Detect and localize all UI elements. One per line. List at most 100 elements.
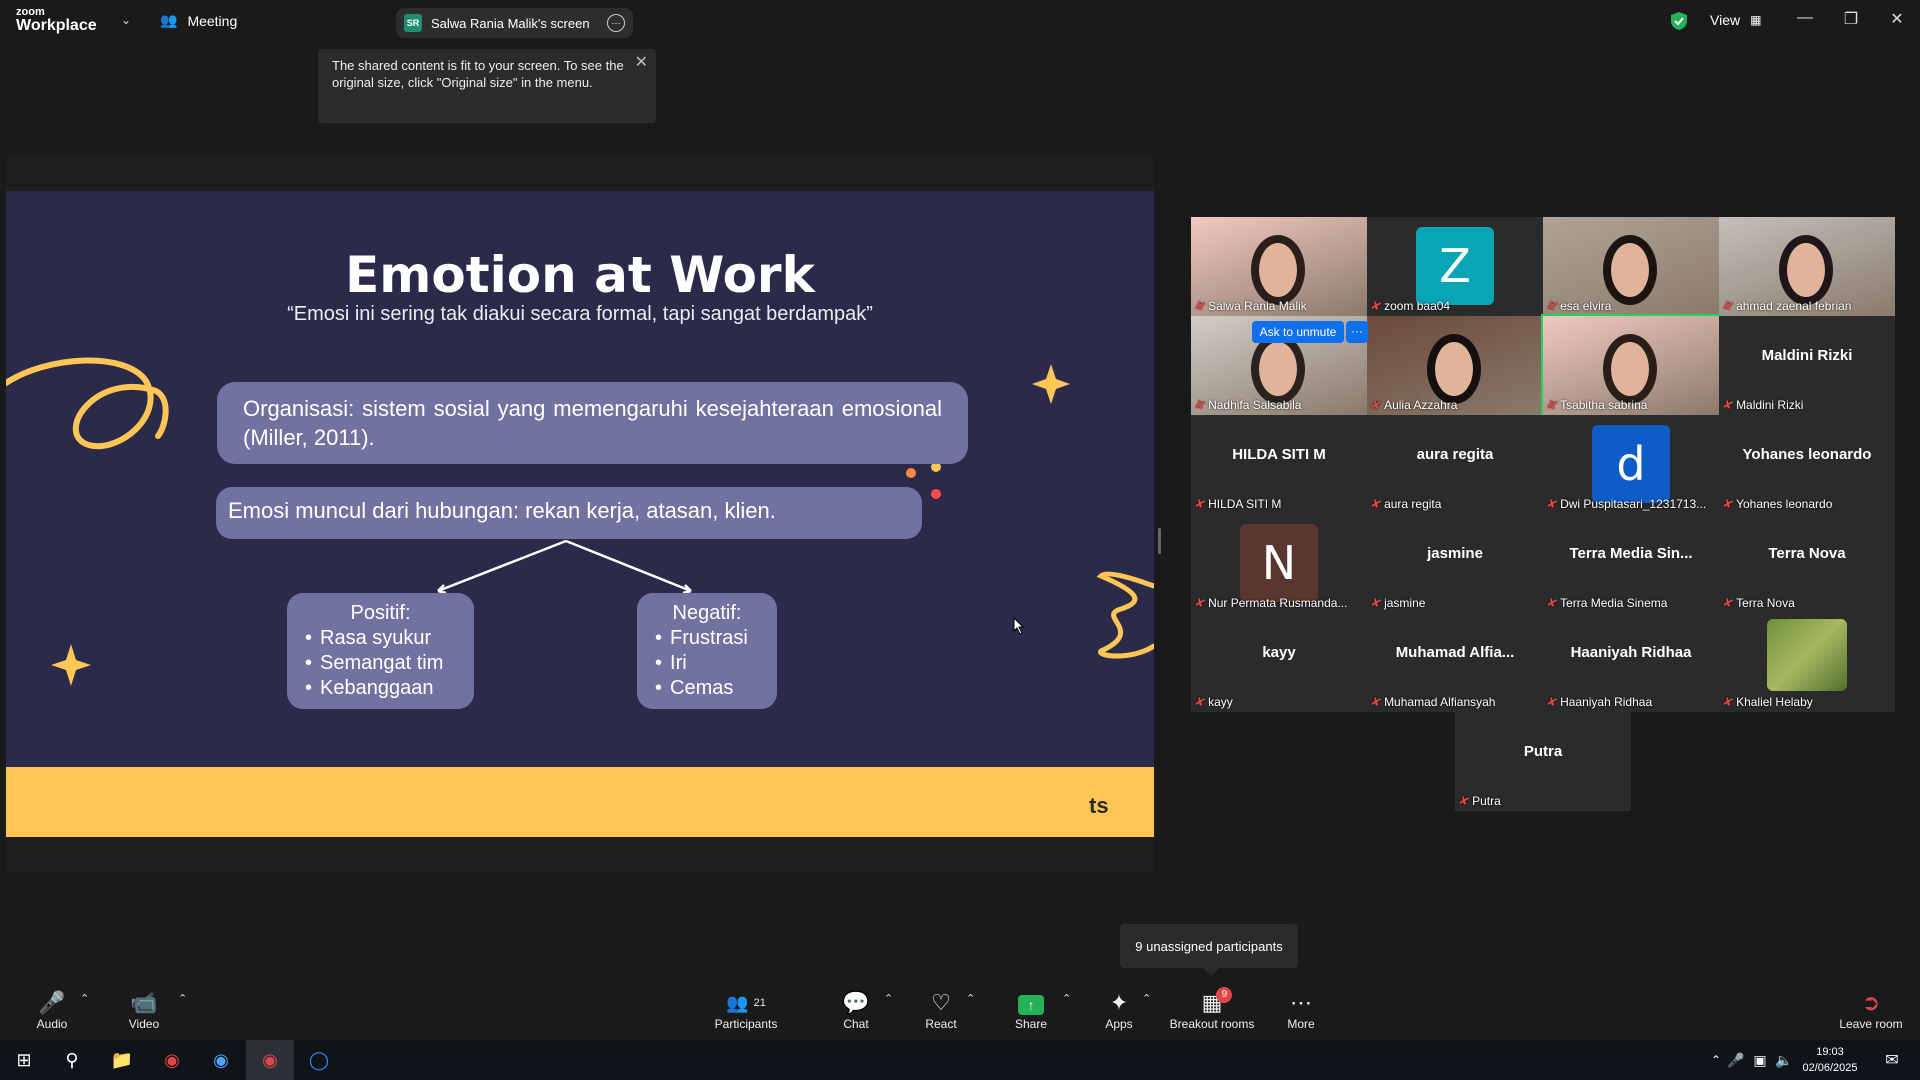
maximize-icon[interactable]: ❐ (1836, 9, 1866, 29)
notification-icon[interactable]: ✉ (1868, 1040, 1916, 1080)
file-explorer-icon[interactable]: 📁 (98, 1040, 146, 1080)
participant-display-name: kayy (1262, 644, 1296, 661)
tooltip-text: The shared content is fit to your screen… (332, 58, 624, 90)
participant-tile[interactable]: HILDA SITI M ✘ HILDA SITI M (1191, 415, 1367, 514)
emosi-box: Emosi muncul dari hubungan: rekan kerja,… (216, 487, 922, 539)
apps-button[interactable]: ✦ Apps (1098, 980, 1140, 1040)
list-item: Kebanggaan (305, 676, 474, 701)
participant-name-text: jasmine (1384, 596, 1426, 610)
video-button[interactable]: 📹 Video (122, 980, 166, 1040)
clock[interactable]: 19:03 02/06/2025 (1790, 1044, 1870, 1076)
participant-tile[interactable]: ✘ esa elvira (1543, 217, 1719, 316)
participant-tile[interactable]: ✘ Salwa Rania Malik (1191, 217, 1367, 316)
participant-tile[interactable]: Terra Nova ✘ Terra Nova (1719, 514, 1895, 613)
participant-name: ✘ kayy (1193, 694, 1233, 711)
clock-date: 02/06/2025 (1802, 1062, 1858, 1074)
participant-face (1603, 334, 1657, 404)
close-icon[interactable]: ✕ (635, 54, 648, 71)
participant-more-button[interactable]: ··· (1346, 321, 1368, 343)
windows-start-icon[interactable]: ⊞ (0, 1040, 48, 1080)
participant-name-text: kayy (1208, 695, 1233, 709)
participant-tile[interactable]: Terra Media Sin... ✘ Terra Media Sinema (1543, 514, 1719, 613)
chevron-up-icon[interactable]: ⌃ (178, 992, 187, 1005)
chevron-up-icon[interactable]: ⌃ (80, 992, 89, 1005)
mic-muted-icon: ✘ (1720, 297, 1736, 315)
chat-label: Chat (843, 1017, 869, 1031)
participant-tile[interactable]: Maldini Rizki ✘ Maldini Rizki (1719, 316, 1895, 415)
breakout-icon: ▦ 9 (1202, 987, 1233, 1017)
participant-tile[interactable]: jasmine ✘ jasmine (1367, 514, 1543, 613)
participant-tile[interactable]: Putra ✘ Putra (1455, 712, 1631, 811)
close-icon[interactable]: ✕ (1882, 9, 1912, 29)
list-item: Rasa syukur (305, 626, 474, 651)
participant-tile[interactable]: ✘ Aulia Azzahra (1367, 316, 1543, 415)
zoom-app-icon[interactable]: ◯ (295, 1040, 343, 1080)
mic-muted-icon: ✘ (1720, 594, 1736, 612)
participant-tile[interactable]: aura regita ✘ aura regita (1367, 415, 1543, 514)
clock-time: 19:03 (1816, 1046, 1844, 1058)
chat-button[interactable]: 💬 Chat (835, 980, 877, 1040)
more-icon[interactable]: ⋯ (607, 14, 625, 32)
participant-name-text: Maldini Rizki (1736, 398, 1804, 412)
participant-tile[interactable]: ✘ Tsabitha sabrina (1541, 314, 1721, 417)
participant-face (1427, 334, 1481, 404)
chrome-active-icon[interactable]: ◉ (246, 1040, 294, 1080)
participant-name-text: Haaniyah Ridhaa (1560, 695, 1653, 709)
participant-tile[interactable]: Yohanes leonardo ✘ Yohanes leonardo (1719, 415, 1895, 514)
chrome-icon[interactable]: ◉ (148, 1040, 196, 1080)
participant-name-text: Aulia Azzahra (1384, 398, 1458, 412)
zoom-workplace-logo: zoom Workplace (16, 6, 97, 34)
minimize-icon[interactable]: — (1790, 9, 1820, 27)
participant-tile[interactable]: Muhamad Alfia... ✘ Muhamad Alfiansyah (1367, 613, 1543, 712)
browser-icon[interactable]: ◉ (197, 1040, 245, 1080)
participants-button[interactable]: 👥 21 Participants (710, 980, 782, 1040)
react-label: React (925, 1017, 957, 1031)
participant-display-name: Yohanes leonardo (1742, 446, 1872, 463)
participant-tile[interactable]: Z ✘ zoom baa04 (1367, 217, 1543, 316)
mic-muted-icon: ✘ (1544, 693, 1560, 711)
chevron-up-icon[interactable]: ⌃ (966, 992, 975, 1005)
breakout-rooms-button[interactable]: ▦ 9 Breakout rooms (1166, 980, 1258, 1040)
negative-heading: Negatif: (672, 602, 742, 624)
share-button[interactable]: ↑ Share (1010, 980, 1052, 1040)
chevron-down-icon[interactable]: ⌄ (121, 13, 131, 27)
participant-name: ✘ HILDA SITI M (1193, 496, 1282, 513)
participants-icon: 👥 (726, 993, 749, 1013)
participant-tile[interactable]: N ✘ Nur Permata Rusmanda... (1191, 514, 1367, 613)
splitter-handle[interactable] (1158, 528, 1161, 554)
participant-tile[interactable]: ✘ Khaliel Helaby (1719, 613, 1895, 712)
participant-tile[interactable]: kayy ✘ kayy (1191, 613, 1367, 712)
footer-mark: ts (1089, 793, 1109, 818)
participant-tile[interactable]: Haaniyah Ridhaa ✘ Haaniyah Ridhaa (1543, 613, 1719, 712)
participant-display-name: HILDA SITI M (1232, 446, 1326, 463)
participant-name-text: Putra (1472, 794, 1501, 808)
participant-name: ✘ esa elvira (1545, 298, 1612, 315)
participant-tile[interactable]: d ✘ Dwi Puspitasari_1231713... (1543, 415, 1719, 514)
participant-tile[interactable]: ✘ ahmad zaenal febrian (1719, 217, 1895, 316)
search-icon[interactable]: ⚲ (48, 1040, 96, 1080)
participant-avatar: Z (1416, 227, 1494, 305)
apps-icon: ✦ (1109, 990, 1129, 1015)
more-button[interactable]: ⋯ More (1280, 980, 1322, 1040)
shield-check-icon[interactable] (1670, 11, 1688, 31)
audio-button[interactable]: 🎤 Audio (30, 980, 74, 1040)
participant-name: ✘ Terra Media Sinema (1545, 595, 1668, 612)
react-button[interactable]: ♡ React (920, 980, 962, 1040)
mic-muted-icon: ✘ (1368, 297, 1384, 315)
meeting-menu[interactable]: 👥 Meeting (160, 12, 237, 29)
participant-name-text: Dwi Puspitasari_1231713... (1560, 497, 1707, 511)
screen-share-indicator[interactable]: SR Salwa Rania Malik's screen ⋯ (396, 8, 633, 38)
chevron-up-icon[interactable]: ⌃ (884, 992, 893, 1005)
chevron-up-icon[interactable]: ⌃ (1062, 992, 1071, 1005)
participant-face (1779, 235, 1833, 305)
view-menu[interactable]: View ▦ (1710, 12, 1761, 28)
participant-display-name: jasmine (1427, 545, 1483, 562)
mic-muted-icon: ✘ (1368, 396, 1384, 414)
leave-room-button[interactable]: ➲ Leave room (1834, 980, 1908, 1040)
participant-name-text: esa elvira (1560, 299, 1612, 313)
chevron-up-icon[interactable]: ⌃ (1142, 992, 1151, 1005)
participant-name: ✘ Khaliel Helaby (1721, 694, 1813, 711)
participant-face (1251, 235, 1305, 305)
participant-display-name: Terra Nova (1768, 545, 1846, 562)
ask-to-unmute-button[interactable]: Ask to unmute (1252, 321, 1344, 343)
